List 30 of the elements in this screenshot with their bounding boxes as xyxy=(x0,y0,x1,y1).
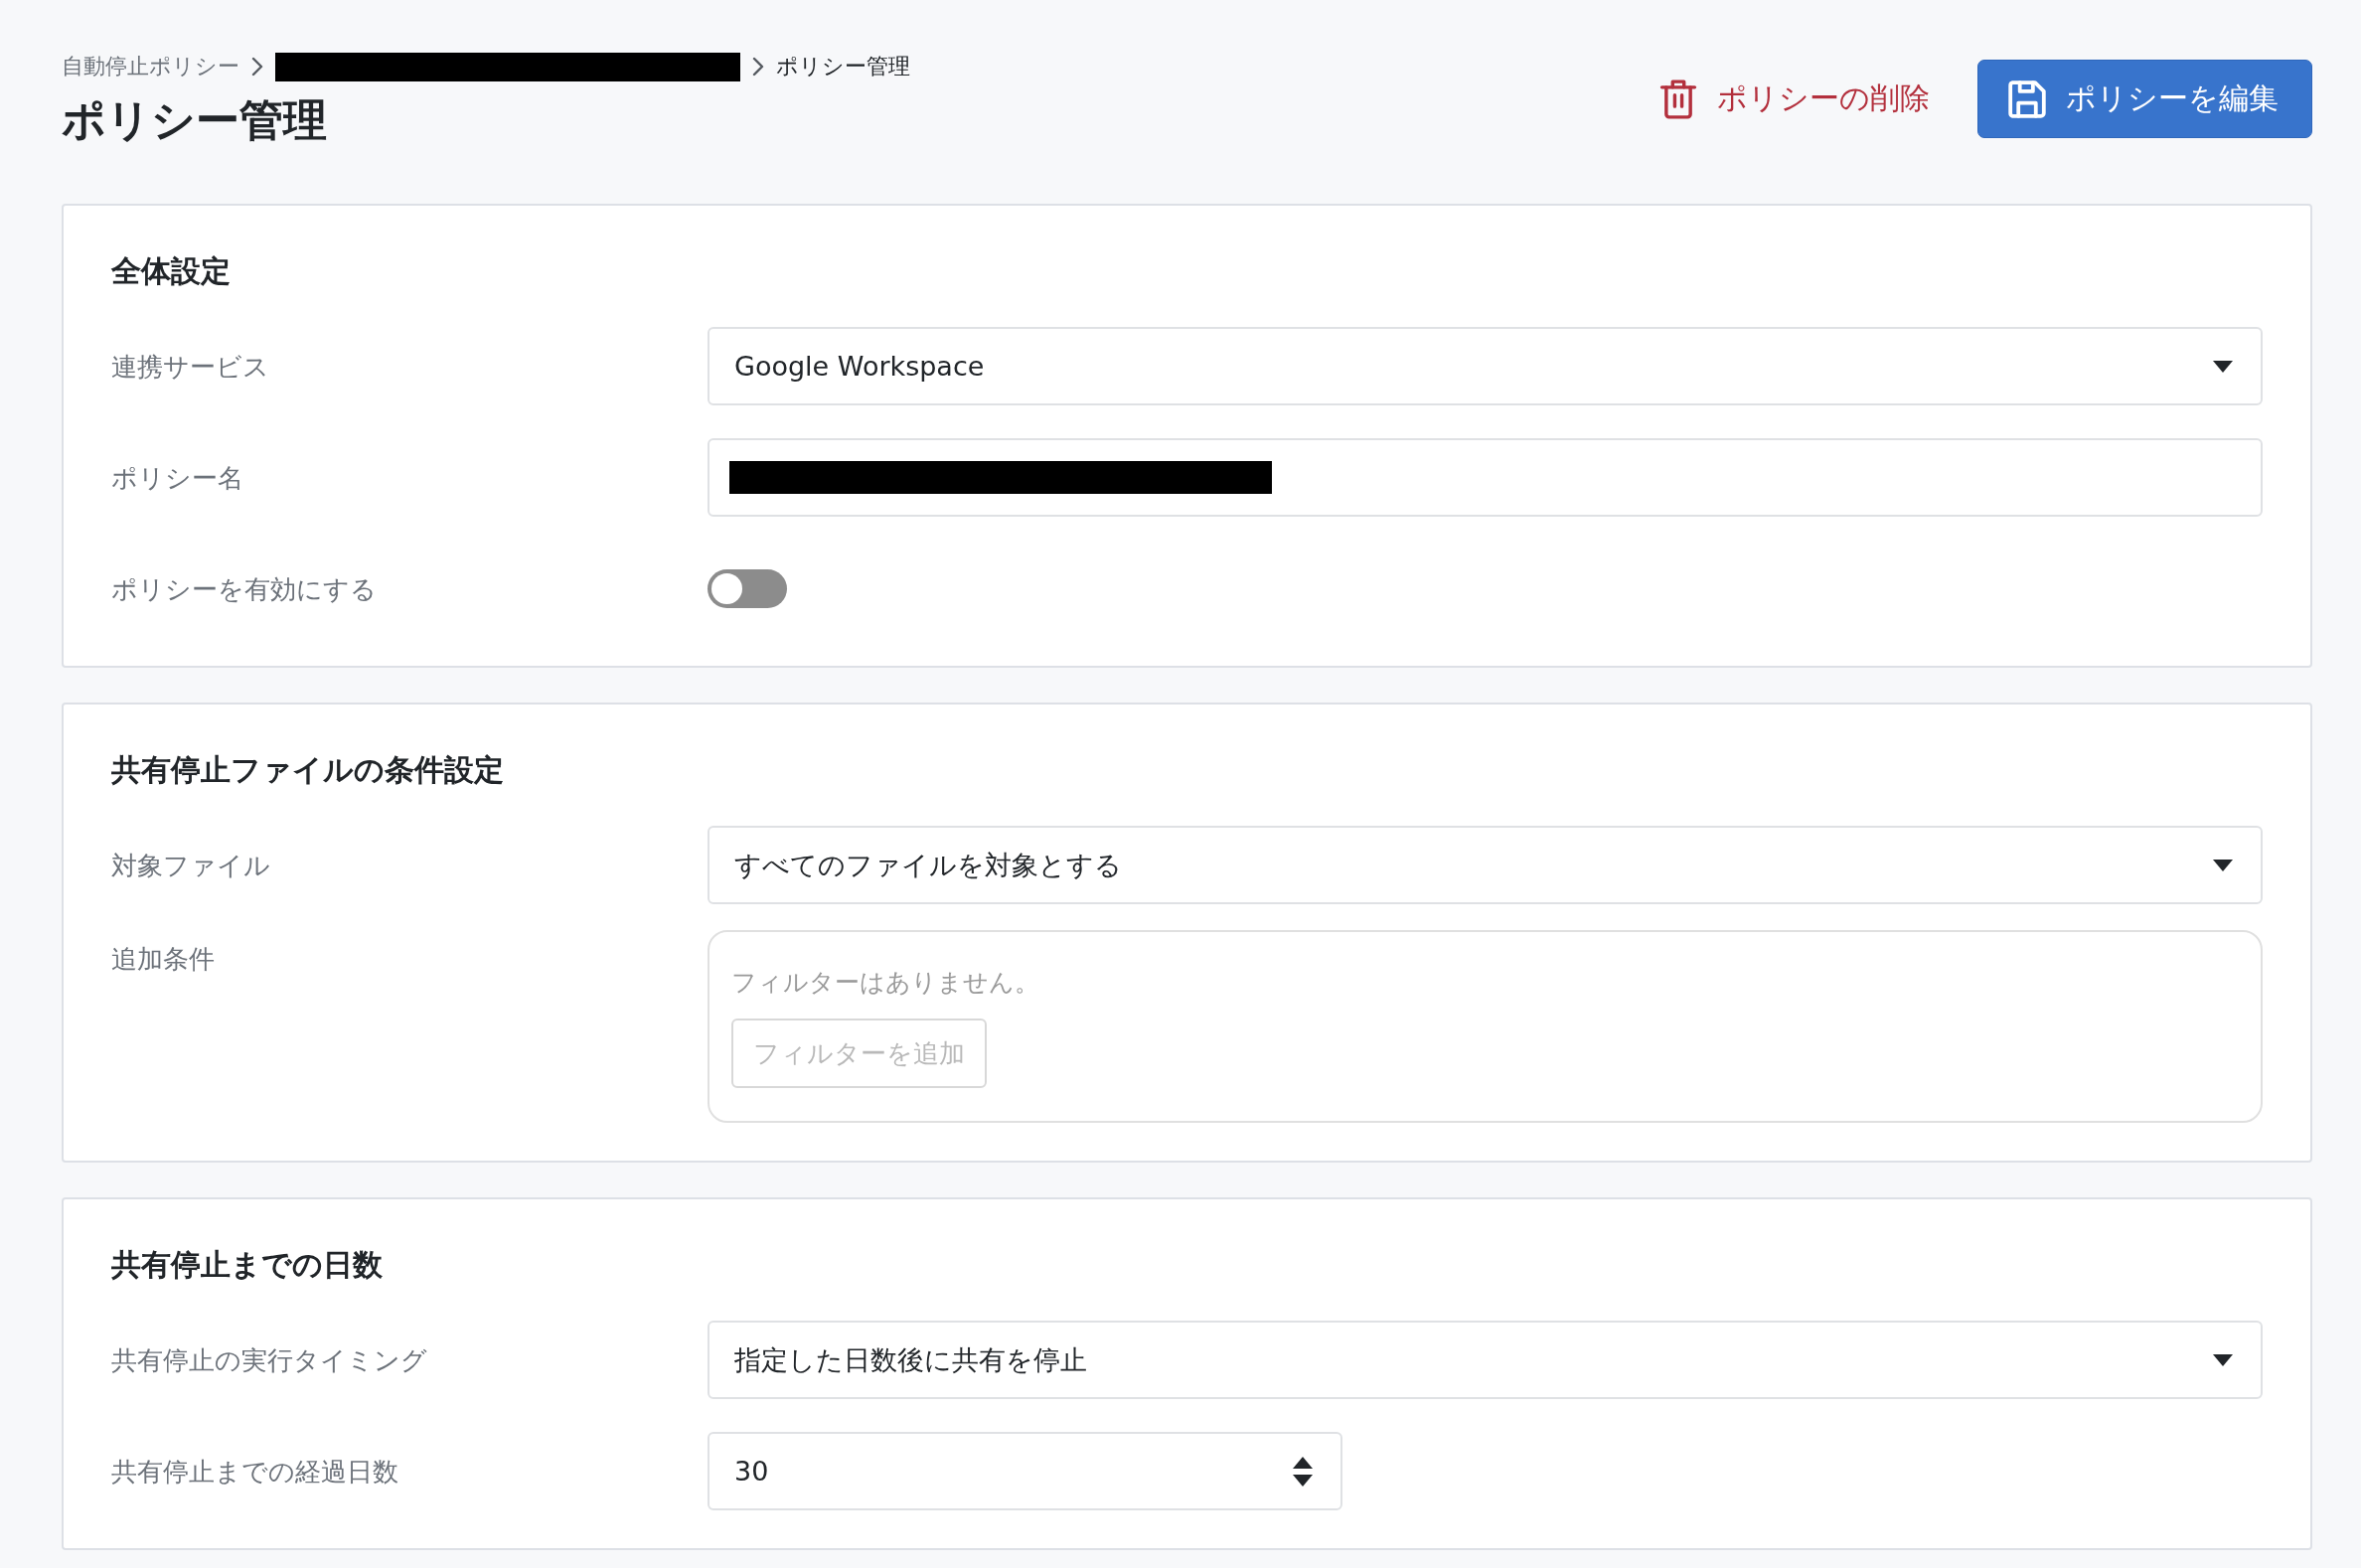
caret-down-icon xyxy=(2213,859,2233,871)
select-field[interactable]: すべてのファイルを対象とする xyxy=(708,826,2263,904)
number-field[interactable]: 30 xyxy=(708,1432,1342,1510)
field-label: ポリシーを有効にする xyxy=(111,572,377,606)
save-icon xyxy=(2008,79,2046,118)
field-label: ポリシー名 xyxy=(111,461,243,495)
text-field[interactable] xyxy=(708,438,2263,517)
select-field[interactable]: Google Workspace xyxy=(708,327,2263,405)
trash-icon xyxy=(1659,78,1697,119)
chevron-right-icon xyxy=(752,57,764,77)
page-title: ポリシー管理 xyxy=(62,93,327,147)
breadcrumb-link[interactable]: 自動停止ポリシー xyxy=(62,52,239,81)
spinner-arrows-icon xyxy=(1293,1456,1313,1487)
field-label: 対象ファイル xyxy=(111,849,270,882)
chevron-right-icon xyxy=(251,57,263,77)
section-title: 全体設定 xyxy=(111,252,231,290)
empty-filter-message: フィルターはありません。 xyxy=(731,967,1039,999)
edit-button[interactable]: ポリシーを編集 xyxy=(1977,60,2312,138)
toggle-switch[interactable] xyxy=(708,569,787,608)
select-field[interactable]: 指定した日数後に共有を停止 xyxy=(708,1321,2263,1399)
section-title: 共有停止ファイルの条件設定 xyxy=(111,751,504,789)
section-title: 共有停止までの日数 xyxy=(111,1246,383,1284)
field-label: 共有停止の実行タイミング xyxy=(111,1343,427,1377)
breadcrumb-current: ポリシー管理 xyxy=(776,53,910,80)
caret-down-icon xyxy=(2213,360,2233,373)
delete-button[interactable]: ポリシーの削除 xyxy=(1644,60,1946,138)
field-label: 追加条件 xyxy=(111,943,215,976)
caret-down-icon xyxy=(2213,1353,2233,1366)
field-label: 共有停止までの経過日数 xyxy=(111,1455,398,1489)
field-label: 連携サービス xyxy=(111,350,269,384)
